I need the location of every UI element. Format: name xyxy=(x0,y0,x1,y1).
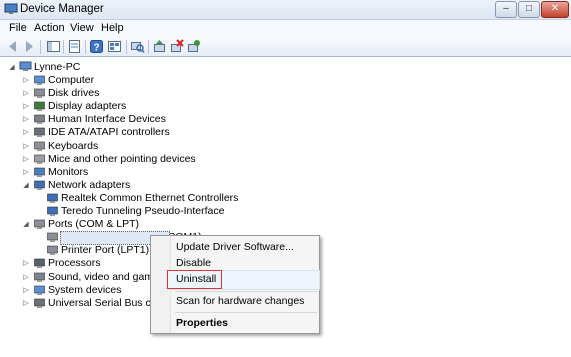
close-button[interactable]: ✕ xyxy=(541,1,569,18)
processor-icon xyxy=(34,259,45,269)
keyboard-icon xyxy=(34,141,45,151)
mouse-icon xyxy=(34,154,45,164)
tree-item-label: Keyboards xyxy=(48,139,99,152)
tree-item-label: Processors xyxy=(48,257,101,270)
help-icon[interactable]: ? xyxy=(89,39,104,54)
tree-item-label: Printer Port (LPT1) xyxy=(61,244,150,257)
port-icon xyxy=(34,219,45,230)
tree-item-label: Computer xyxy=(48,74,95,86)
collapse-arrow-icon[interactable]: ◢ xyxy=(22,179,30,192)
scan-hardware-icon[interactable] xyxy=(130,39,145,54)
expand-arrow-icon[interactable]: ▷ xyxy=(22,271,30,284)
computer-icon xyxy=(34,75,45,85)
tree-item-label: Monitors xyxy=(48,165,89,178)
maximize-button[interactable]: □ xyxy=(518,1,540,18)
port-icon xyxy=(47,245,58,256)
title-bar: Device Manager – □ ✕ xyxy=(0,0,571,20)
enable-device-icon[interactable] xyxy=(186,39,201,54)
back-arrow-icon[interactable] xyxy=(5,39,20,54)
collapse-arrow-icon[interactable]: ◢ xyxy=(8,61,16,74)
menu-help[interactable]: Help xyxy=(101,22,124,34)
svg-text:?: ? xyxy=(93,43,99,54)
expand-arrow-icon[interactable]: ▷ xyxy=(22,284,30,297)
context-menu-separator xyxy=(175,291,317,292)
tree-item-label: Ports (COM & LPT) xyxy=(48,218,140,231)
tree-item-label: System devices xyxy=(48,283,122,296)
disk-drive-icon xyxy=(34,88,45,99)
tree-root[interactable]: ◢ Lynne-PC xyxy=(8,61,128,74)
menu-bar: File Action View Help xyxy=(0,20,571,37)
tree-item-label: Teredo Tunneling Pseudo-Interface xyxy=(61,205,225,217)
update-driver-icon[interactable] xyxy=(152,39,167,54)
monitor-icon xyxy=(34,167,45,177)
properties-icon[interactable] xyxy=(67,39,82,54)
expand-arrow-icon[interactable]: ▷ xyxy=(22,100,30,113)
display-adapter-icon xyxy=(34,101,45,112)
properties-item[interactable]: Properties xyxy=(176,317,228,329)
expand-arrow-icon[interactable]: ▷ xyxy=(22,257,30,270)
tree-item-label: Disk drives xyxy=(48,87,100,100)
expand-arrow-icon[interactable]: ▷ xyxy=(22,166,30,179)
toolbar-separator xyxy=(63,40,64,54)
toolbar-separator xyxy=(148,40,149,54)
view-icon[interactable] xyxy=(107,39,122,54)
minimize-button[interactable]: – xyxy=(495,1,517,18)
network-adapter-icon xyxy=(34,180,45,190)
expand-arrow-icon[interactable]: ▷ xyxy=(22,297,30,310)
update-driver-software-item[interactable]: Update Driver Software... xyxy=(176,241,294,253)
tree-root-label: Lynne-PC xyxy=(34,61,81,73)
collapse-arrow-icon[interactable]: ◢ xyxy=(22,218,30,231)
ide-controller-icon xyxy=(34,128,45,138)
toolbar-separator xyxy=(85,40,86,54)
uninstall-icon[interactable] xyxy=(169,39,184,54)
tree-item-label: Realtek Common Ethernet Controllers xyxy=(61,191,239,204)
network-adapter-icon xyxy=(47,206,58,216)
expand-arrow-icon[interactable]: ▷ xyxy=(22,140,30,153)
show-hide-tree-icon[interactable] xyxy=(46,39,61,54)
tree-item-label: Mice and other pointing devices xyxy=(48,152,196,165)
expand-arrow-icon[interactable]: ▷ xyxy=(22,126,30,139)
system-devices-icon xyxy=(34,285,45,295)
tree-item-label: Human Interface Devices xyxy=(48,113,166,126)
expand-arrow-icon[interactable]: ▷ xyxy=(22,74,30,87)
device-manager-icon xyxy=(4,3,18,14)
toolbar: ? xyxy=(0,37,571,57)
scan-for-hardware-changes-item[interactable]: Scan for hardware changes xyxy=(176,295,304,307)
toolbar-separator xyxy=(40,40,41,54)
context-menu-separator xyxy=(175,312,317,313)
network-adapter-icon xyxy=(47,193,58,203)
tree-item-label: IDE ATA/ATAPI controllers xyxy=(48,126,170,139)
menu-view[interactable]: View xyxy=(70,22,94,34)
usb-icon xyxy=(34,298,45,308)
port-icon xyxy=(47,232,58,243)
menu-action[interactable]: Action xyxy=(34,22,65,34)
hid-icon xyxy=(34,114,45,125)
forward-arrow-icon[interactable] xyxy=(22,39,37,54)
tree-item-label: Network adapters xyxy=(48,178,131,191)
toolbar-separator xyxy=(126,40,127,54)
uninstall-annotation-box xyxy=(167,270,222,289)
sound-icon xyxy=(34,272,45,282)
window-title: Device Manager xyxy=(20,3,104,15)
computer-icon xyxy=(19,61,32,71)
menu-file[interactable]: File xyxy=(9,22,27,34)
disable-item[interactable]: Disable xyxy=(176,257,211,269)
tree-item-label: Display adapters xyxy=(48,100,127,113)
expand-arrow-icon[interactable]: ▷ xyxy=(22,153,30,166)
expand-arrow-icon[interactable]: ▷ xyxy=(22,113,30,126)
expand-arrow-icon[interactable]: ▷ xyxy=(22,87,30,100)
